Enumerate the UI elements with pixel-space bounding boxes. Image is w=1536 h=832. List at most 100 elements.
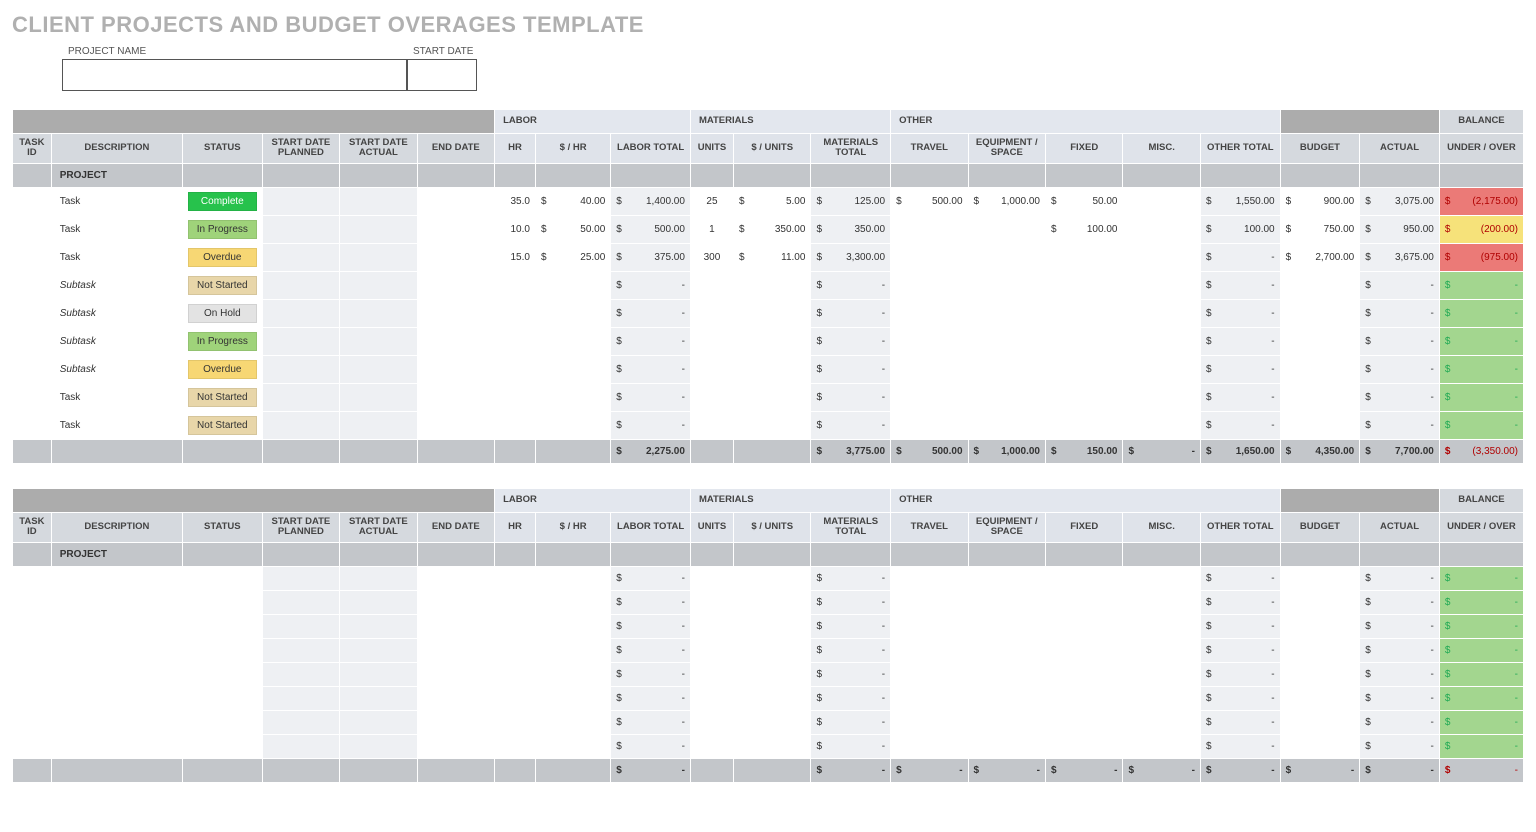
cell[interactable] xyxy=(535,662,610,686)
cell[interactable] xyxy=(968,215,1045,243)
cell[interactable] xyxy=(13,299,52,327)
cell[interactable] xyxy=(340,299,417,327)
cell[interactable]: $1,000.00 xyxy=(968,187,1045,215)
cell[interactable] xyxy=(262,243,339,271)
cell[interactable] xyxy=(1280,566,1360,590)
cell[interactable] xyxy=(183,566,263,590)
cell[interactable] xyxy=(535,327,610,355)
cell[interactable]: Subtask xyxy=(51,271,182,299)
cell[interactable]: $5.00 xyxy=(733,187,810,215)
cell[interactable] xyxy=(13,686,52,710)
cell[interactable]: $1,550.00 xyxy=(1200,187,1280,215)
cell[interactable]: $11.00 xyxy=(733,243,810,271)
cell[interactable]: $- xyxy=(1360,411,1440,439)
cell[interactable]: $- xyxy=(611,299,691,327)
cell[interactable] xyxy=(417,614,495,638)
cell[interactable] xyxy=(262,638,339,662)
cell[interactable]: $- xyxy=(811,662,891,686)
cell[interactable] xyxy=(690,662,733,686)
cell[interactable]: $- xyxy=(811,327,891,355)
cell[interactable] xyxy=(495,299,536,327)
cell[interactable] xyxy=(733,662,810,686)
cell[interactable] xyxy=(262,327,339,355)
cell[interactable]: $350.00 xyxy=(811,215,891,243)
cell[interactable] xyxy=(13,271,52,299)
cell[interactable]: $- xyxy=(1200,614,1280,638)
cell[interactable]: $2,700.00 xyxy=(1280,243,1360,271)
cell[interactable] xyxy=(495,327,536,355)
cell[interactable]: 35.0 xyxy=(495,187,536,215)
cell[interactable] xyxy=(968,243,1045,271)
cell[interactable] xyxy=(1360,163,1440,187)
cell[interactable] xyxy=(1123,566,1200,590)
start-date-input[interactable] xyxy=(407,59,477,91)
cell[interactable] xyxy=(1280,411,1360,439)
cell[interactable] xyxy=(340,542,417,566)
cell[interactable]: $- xyxy=(611,566,691,590)
cell[interactable] xyxy=(891,686,968,710)
cell[interactable] xyxy=(417,299,495,327)
balance-cell[interactable]: $- xyxy=(1439,566,1523,590)
cell[interactable]: $- xyxy=(1200,243,1280,271)
balance-cell[interactable]: $- xyxy=(1439,710,1523,734)
cell[interactable]: $- xyxy=(1360,686,1440,710)
cell[interactable] xyxy=(340,566,417,590)
balance-cell[interactable]: $(975.00) xyxy=(1439,243,1523,271)
cell[interactable]: $900.00 xyxy=(1280,187,1360,215)
cell[interactable] xyxy=(1046,566,1123,590)
balance-cell[interactable]: $- xyxy=(1439,383,1523,411)
cell[interactable] xyxy=(968,271,1045,299)
balance-cell[interactable]: $- xyxy=(1439,590,1523,614)
cell[interactable]: $- xyxy=(611,590,691,614)
cell[interactable] xyxy=(1046,243,1123,271)
cell[interactable] xyxy=(891,355,968,383)
cell[interactable]: $- xyxy=(611,686,691,710)
cell[interactable] xyxy=(690,327,733,355)
cell[interactable] xyxy=(535,163,610,187)
cell[interactable] xyxy=(535,271,610,299)
cell[interactable]: $- xyxy=(611,411,691,439)
cell[interactable]: $- xyxy=(1360,299,1440,327)
cell[interactable] xyxy=(13,163,52,187)
cell[interactable]: $- xyxy=(1360,383,1440,411)
cell[interactable] xyxy=(417,327,495,355)
cell[interactable] xyxy=(968,614,1045,638)
status-cell[interactable]: Overdue xyxy=(183,243,263,271)
cell[interactable] xyxy=(968,383,1045,411)
cell[interactable] xyxy=(811,542,891,566)
cell[interactable] xyxy=(13,411,52,439)
cell[interactable] xyxy=(690,686,733,710)
cell[interactable] xyxy=(611,542,691,566)
cell[interactable] xyxy=(690,355,733,383)
cell[interactable]: $350.00 xyxy=(733,215,810,243)
cell[interactable]: $- xyxy=(1360,590,1440,614)
cell[interactable]: Subtask xyxy=(51,327,182,355)
cell[interactable] xyxy=(1046,686,1123,710)
cell[interactable] xyxy=(1200,542,1280,566)
cell[interactable] xyxy=(13,566,52,590)
cell[interactable] xyxy=(1280,638,1360,662)
cell[interactable]: Subtask xyxy=(51,355,182,383)
balance-cell[interactable]: $(2,175.00) xyxy=(1439,187,1523,215)
cell[interactable] xyxy=(340,662,417,686)
cell[interactable] xyxy=(495,411,536,439)
cell[interactable] xyxy=(1046,734,1123,758)
cell[interactable]: $500.00 xyxy=(891,187,968,215)
cell[interactable] xyxy=(1123,383,1200,411)
cell[interactable]: $- xyxy=(611,614,691,638)
cell[interactable] xyxy=(183,638,263,662)
cell[interactable] xyxy=(1280,299,1360,327)
cell[interactable] xyxy=(1046,299,1123,327)
cell[interactable] xyxy=(340,215,417,243)
cell[interactable] xyxy=(495,271,536,299)
cell[interactable]: $- xyxy=(1200,710,1280,734)
cell[interactable] xyxy=(690,271,733,299)
cell[interactable]: $- xyxy=(1200,355,1280,383)
cell[interactable] xyxy=(495,638,536,662)
cell[interactable] xyxy=(262,710,339,734)
cell[interactable] xyxy=(1046,542,1123,566)
cell[interactable] xyxy=(1280,327,1360,355)
cell[interactable] xyxy=(690,383,733,411)
cell[interactable] xyxy=(417,566,495,590)
cell[interactable] xyxy=(51,710,182,734)
